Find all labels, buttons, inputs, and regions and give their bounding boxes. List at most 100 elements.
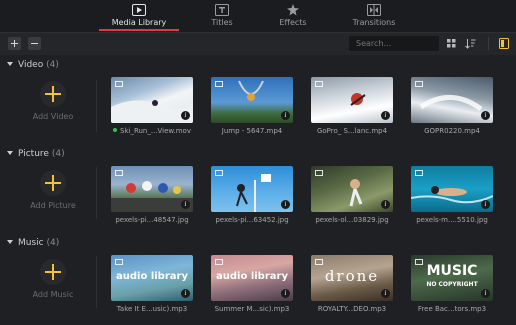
add-music-label: Add Music (32, 290, 74, 299)
tab-transitions[interactable]: Transitions (334, 0, 414, 32)
video-type-icon (415, 81, 423, 87)
music-type-icon (415, 259, 423, 265)
media-item-music[interactable]: MUSIC NO COPYRIGHT i Free Bac...tors.mp3 (411, 255, 493, 313)
media-filename: Free Bac...tors.mp3 (417, 305, 487, 313)
media-item-picture[interactable]: i pexels-m....5510.jpg (411, 166, 493, 224)
media-filename: GOPR0220.mp4 (424, 127, 480, 135)
video-thumbnail: i (311, 77, 393, 123)
toolbar (0, 32, 516, 55)
media-item-video[interactable]: i Ski_Run_...View.mov (111, 77, 193, 135)
media-item-picture[interactable]: i pexels-ol...03829.jpg (311, 166, 393, 224)
column-divider (96, 256, 97, 308)
section-count: (4) (46, 238, 60, 248)
video-thumbnail: i (111, 77, 193, 123)
section-title: Picture (18, 149, 49, 159)
media-item-music[interactable]: audio library i Take It E...usic).mp3 (111, 255, 193, 313)
online-status-dot (113, 128, 117, 132)
picture-type-icon (315, 170, 323, 176)
add-music-button[interactable]: Add Music (22, 259, 84, 299)
info-icon[interactable]: i (181, 289, 190, 298)
plus-icon (40, 259, 66, 285)
plus-icon (40, 170, 66, 196)
media-filename: Take It E...usic).mp3 (116, 305, 188, 313)
section-header-picture[interactable]: Picture (4) (7, 149, 65, 159)
picture-thumbnail: i (311, 166, 393, 212)
collapse-caret-icon[interactable] (7, 240, 13, 244)
panel-toggle-icon[interactable] (499, 38, 509, 49)
media-filename: pexels-pi...63452.jpg (215, 216, 289, 224)
media-filename: Ski_Run_...View.mov (120, 127, 191, 135)
media-item-music[interactable]: audio library i Summer M...sic).mp3 (211, 255, 293, 313)
info-icon[interactable]: i (281, 289, 290, 298)
transitions-icon (367, 4, 381, 16)
titles-icon (215, 4, 229, 16)
picture-thumbnail: i (111, 166, 193, 212)
thumbnail-overlay-text: MUSIC (426, 263, 478, 279)
video-thumbnail: i (411, 77, 493, 123)
picture-thumbnail: i (211, 166, 293, 212)
tab-effects[interactable]: Effects (253, 0, 333, 32)
info-icon[interactable]: i (481, 111, 490, 120)
add-media-button[interactable] (8, 37, 21, 50)
sort-icon[interactable] (465, 38, 476, 49)
picture-type-icon (415, 170, 423, 176)
picture-type-icon (115, 170, 123, 176)
tab-label: Titles (211, 18, 233, 27)
media-item-video[interactable]: i GoPro_ S...lanc.mp4 (311, 77, 393, 135)
info-icon[interactable]: i (481, 289, 490, 298)
media-item-music[interactable]: drone i ROYALTY...DEO.mp3 (311, 255, 393, 313)
tab-label: Effects (279, 18, 307, 27)
media-item-video[interactable]: i GOPR0220.mp4 (411, 77, 493, 135)
media-filename: ROYALTY...DEO.mp3 (317, 305, 387, 313)
tab-titles[interactable]: Titles (182, 0, 262, 32)
section-picture: Picture (4) Add Picture i pexels-pi...48… (0, 149, 516, 234)
section-count: (4) (46, 60, 59, 70)
tab-media-library[interactable]: Media Library (99, 0, 179, 32)
thumbnail-overlay-text: drone (324, 267, 380, 285)
music-thumbnail: audio library i (111, 255, 193, 301)
grid-view-icon[interactable] (447, 39, 456, 48)
info-icon[interactable]: i (481, 200, 490, 209)
info-icon[interactable]: i (281, 200, 290, 209)
section-title: Video (18, 60, 44, 70)
search-field[interactable] (349, 36, 439, 51)
collapse-caret-icon[interactable] (7, 151, 13, 155)
info-icon[interactable]: i (181, 200, 190, 209)
section-title: Music (18, 238, 44, 248)
media-item-picture[interactable]: i pexels-pi...48547.jpg (111, 166, 193, 224)
info-icon[interactable]: i (381, 200, 390, 209)
add-video-button[interactable]: Add Video (22, 81, 84, 121)
video-thumbnail: i (211, 77, 293, 123)
music-type-icon (215, 259, 223, 265)
search-input[interactable] (356, 39, 436, 48)
tab-label: Media Library (111, 18, 167, 27)
add-video-label: Add Video (32, 112, 74, 121)
media-filename: pexels-ol...03829.jpg (315, 216, 389, 224)
effects-icon (287, 4, 299, 16)
divider (488, 37, 489, 50)
info-icon[interactable]: i (281, 111, 290, 120)
info-icon[interactable]: i (181, 111, 190, 120)
media-item-picture[interactable]: i pexels-pi...63452.jpg (211, 166, 293, 224)
info-icon[interactable]: i (381, 289, 390, 298)
column-divider (96, 80, 97, 132)
remove-media-button[interactable] (28, 37, 41, 50)
top-tab-bar: Media Library Titles Effects Transitions (0, 0, 516, 32)
section-header-music[interactable]: Music (4) (7, 238, 59, 248)
column-divider (96, 167, 97, 219)
media-filename: GoPro_ S...lanc.mp4 (316, 127, 388, 135)
collapse-caret-icon[interactable] (7, 62, 13, 66)
video-type-icon (115, 81, 123, 87)
info-icon[interactable]: i (381, 111, 390, 120)
add-picture-button[interactable]: Add Picture (22, 170, 84, 210)
section-music: Music (4) Add Music audio library i Take… (0, 238, 516, 325)
media-item-video[interactable]: i Jump - 5647.mp4 (211, 77, 293, 135)
thumbnail-overlay-text: audio library (116, 271, 188, 282)
media-filename: pexels-pi...48547.jpg (115, 216, 189, 224)
section-header-video[interactable]: Video (4) (7, 60, 59, 70)
picture-type-icon (215, 170, 223, 176)
media-library-window: Media Library Titles Effects Transitions (0, 0, 516, 325)
section-count: (4) (51, 149, 65, 159)
section-video: Video (4) Add Video i Ski_Run_...View.mo… (0, 60, 516, 145)
picture-thumbnail: i (411, 166, 493, 212)
